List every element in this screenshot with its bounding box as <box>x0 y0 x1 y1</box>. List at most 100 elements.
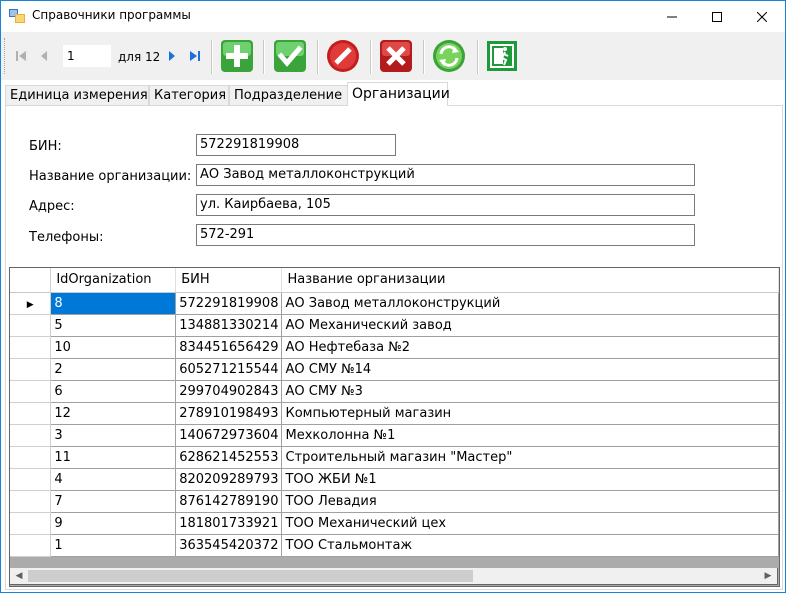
row-header[interactable] <box>10 468 52 491</box>
move-last-button[interactable] <box>188 48 202 64</box>
cell-organization-name[interactable]: ТОО Левадия <box>281 490 779 513</box>
move-last-icon <box>190 51 200 61</box>
tab-category[interactable]: Категория <box>149 85 229 105</box>
address-field[interactable]: ул. Каирбаева, 105 <box>196 194 695 216</box>
table-row[interactable]: 5 134881330214 АО Механический завод <box>10 314 779 337</box>
cancel-icon <box>327 40 359 72</box>
organization-name-field[interactable]: АО Завод металлоконструкций <box>196 164 695 186</box>
refresh-button[interactable] <box>432 39 466 73</box>
cell-idorganization[interactable]: 4 <box>50 468 177 491</box>
row-header[interactable] <box>10 512 52 535</box>
scroll-right-icon[interactable]: ▶ <box>761 570 775 582</box>
cell-organization-name[interactable]: Строительный магазин "Мастер" <box>281 446 779 469</box>
title-bar: Справочники программы <box>1 1 785 32</box>
tab-department[interactable]: Подразделение <box>229 85 348 105</box>
row-header[interactable] <box>10 336 52 359</box>
table-row[interactable]: 7 876142789190 ТОО Левадия <box>10 490 779 513</box>
cell-organization-name[interactable]: АО СМУ №14 <box>281 358 779 381</box>
cell-bin[interactable]: 834451656429 <box>175 336 283 359</box>
cell-bin[interactable]: 140672973604 <box>175 424 283 447</box>
cell-organization-name[interactable]: ТОО Стальмонтаж <box>281 534 779 557</box>
scrollbar-thumb[interactable] <box>28 570 473 582</box>
save-button[interactable] <box>273 39 307 73</box>
add-button[interactable] <box>220 39 254 73</box>
cell-bin[interactable]: 278910198493 <box>175 402 283 425</box>
exit-button[interactable] <box>485 39 519 73</box>
cell-organization-name[interactable]: Компьютерный магазин <box>281 402 779 425</box>
cell-idorganization[interactable]: 8 <box>50 292 177 315</box>
bin-field[interactable]: 572291819908 <box>196 134 396 156</box>
table-row[interactable]: 9 181801733921 ТОО Механический цех <box>10 512 779 535</box>
row-header[interactable] <box>10 358 52 381</box>
cell-organization-name[interactable]: АО Завод металлоконструкций <box>281 292 779 315</box>
tab-strip: Единица измерения Категория Подразделени… <box>1 80 785 106</box>
cell-bin[interactable]: 181801733921 <box>175 512 283 535</box>
cell-idorganization[interactable]: 3 <box>50 424 177 447</box>
cell-bin[interactable]: 363545420372 <box>175 534 283 557</box>
cell-idorganization[interactable]: 10 <box>50 336 177 359</box>
cell-bin[interactable]: 820209289793 <box>175 468 283 491</box>
table-row[interactable]: 4 820209289793 ТОО ЖБИ №1 <box>10 468 779 491</box>
table-row[interactable]: ▶ 8 572291819908 АО Завод металлоконструкци… <box>10 292 779 315</box>
cell-organization-name[interactable]: АО СМУ №3 <box>281 380 779 403</box>
cell-idorganization[interactable]: 7 <box>50 490 177 513</box>
table-row[interactable]: 3 140672973604 Мехколонна №1 <box>10 424 779 447</box>
column-header-idorganization[interactable]: IdOrganization <box>50 268 177 293</box>
scroll-left-icon[interactable]: ◀ <box>12 570 26 582</box>
table-row[interactable]: 2 605271215544 АО СМУ №14 <box>10 358 779 381</box>
row-header[interactable] <box>10 380 52 403</box>
maximize-button[interactable] <box>694 1 739 32</box>
table-row[interactable]: 12 278910198493 Компьютерный магазин <box>10 402 779 425</box>
cell-bin[interactable]: 299704902843 <box>175 380 283 403</box>
bin-label: БИН: <box>29 139 62 154</box>
table-row[interactable]: 10 834451656429 АО Нефтебаза №2 <box>10 336 779 359</box>
row-header-corner[interactable] <box>10 268 52 293</box>
row-header[interactable] <box>10 402 52 425</box>
table-row[interactable]: 1 363545420372 ТОО Стальмонтаж <box>10 534 779 557</box>
row-header[interactable] <box>10 490 52 513</box>
toolbar-separator <box>317 40 319 74</box>
horizontal-scrollbar[interactable]: ◀ ▶ <box>9 568 778 585</box>
cell-organization-name[interactable]: ТОО ЖБИ №1 <box>281 468 779 491</box>
table-row[interactable]: 6 299704902843 АО СМУ №3 <box>10 380 779 403</box>
cell-organization-name[interactable]: ТОО Механический цех <box>281 512 779 535</box>
cell-bin[interactable]: 876142789190 <box>175 490 283 513</box>
organizations-grid[interactable]: IdOrganization БИН Название организации … <box>9 267 780 587</box>
cancel-button[interactable] <box>326 39 360 73</box>
row-header[interactable] <box>10 314 52 337</box>
cell-bin[interactable]: 134881330214 <box>175 314 283 337</box>
move-first-button[interactable] <box>14 48 28 64</box>
toolbar-grip[interactable] <box>4 38 8 74</box>
close-button[interactable] <box>739 1 784 32</box>
row-header[interactable]: ▶ <box>10 292 52 315</box>
row-header[interactable] <box>10 424 52 447</box>
move-previous-button[interactable] <box>37 48 51 64</box>
cell-idorganization[interactable]: 11 <box>50 446 177 469</box>
cell-organization-name[interactable]: Мехколонна №1 <box>281 424 779 447</box>
app-icon <box>9 9 25 23</box>
cell-idorganization[interactable]: 5 <box>50 314 177 337</box>
row-header[interactable] <box>10 446 52 469</box>
tab-units[interactable]: Единица измерения <box>5 85 149 105</box>
cell-bin[interactable]: 572291819908 <box>175 292 283 315</box>
minimize-button[interactable] <box>649 1 694 32</box>
cell-bin[interactable]: 605271215544 <box>175 358 283 381</box>
move-next-button[interactable] <box>165 48 179 64</box>
cell-bin[interactable]: 628621452553 <box>175 446 283 469</box>
row-header[interactable] <box>10 534 52 557</box>
column-header-bin[interactable]: БИН <box>175 268 283 293</box>
cell-idorganization[interactable]: 6 <box>50 380 177 403</box>
cell-idorganization[interactable]: 12 <box>50 402 177 425</box>
column-header-organization-name[interactable]: Название организации <box>281 268 779 293</box>
cell-organization-name[interactable]: АО Нефтебаза №2 <box>281 336 779 359</box>
cell-idorganization[interactable]: 9 <box>50 512 177 535</box>
position-input[interactable]: 1 <box>63 45 111 67</box>
cell-idorganization[interactable]: 2 <box>50 358 177 381</box>
toolbar-separator <box>370 40 372 74</box>
delete-button[interactable] <box>379 39 413 73</box>
tab-organizations[interactable]: Организации <box>347 82 450 106</box>
table-row[interactable]: 11 628621452553 Строительный магазин "Маст… <box>10 446 779 469</box>
phones-field[interactable]: 572-291 <box>196 224 695 246</box>
cell-idorganization[interactable]: 1 <box>50 534 177 557</box>
cell-organization-name[interactable]: АО Механический завод <box>281 314 779 337</box>
